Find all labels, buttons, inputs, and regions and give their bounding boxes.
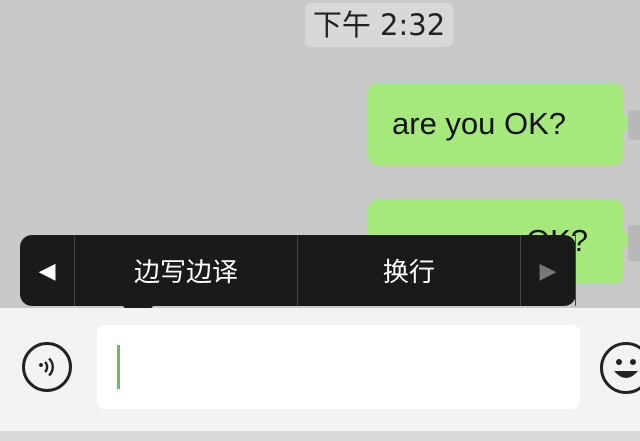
input-bar: [0, 308, 640, 441]
menu-prev-button[interactable]: ◀: [20, 235, 76, 306]
triangle-left-icon: ◀: [38, 257, 56, 283]
avatar[interactable]: [628, 110, 640, 140]
text-caret: [117, 345, 120, 389]
message-bubble[interactable]: are you OK?: [368, 83, 634, 165]
menu-item-new-line[interactable]: 换行: [298, 235, 521, 306]
emoji-icon: [614, 359, 638, 378]
message-text: are you OK?: [392, 106, 567, 141]
voice-icon: [39, 357, 54, 377]
menu-item-label: 换行: [382, 258, 435, 288]
avatar[interactable]: [628, 225, 640, 261]
voice-button[interactable]: [22, 342, 72, 392]
message-input[interactable]: [97, 325, 580, 409]
keyboard-edge: [0, 431, 640, 441]
menu-item-label: 边写边译: [134, 258, 239, 288]
emoji-button[interactable]: [600, 342, 640, 394]
timestamp: 下午 2:32: [305, 3, 453, 47]
menu-next-button[interactable]: ▶: [521, 235, 576, 306]
edit-context-menu: ◀ 边写边译 换行 ▶: [20, 235, 576, 323]
menu-item-translate-as-typing[interactable]: 边写边译: [75, 235, 298, 306]
triangle-right-icon: ▶: [539, 257, 557, 283]
